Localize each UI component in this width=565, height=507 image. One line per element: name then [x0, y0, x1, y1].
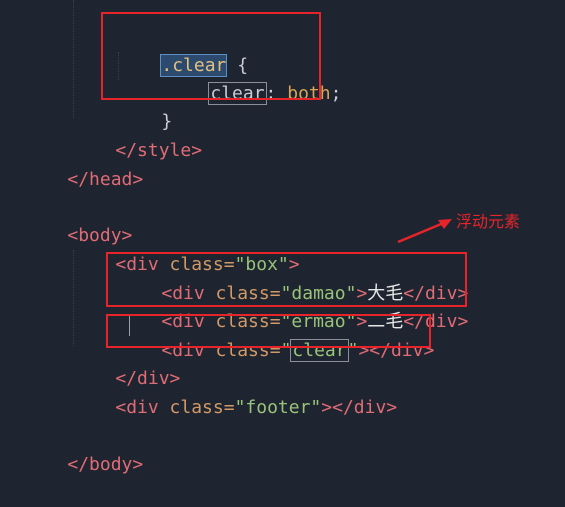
highlight-box-floating-elements — [106, 252, 467, 307]
code-line-div-footer[interactable]: <div class="footer"></div> — [72, 366, 397, 418]
semicolon: ; — [330, 83, 342, 104]
code-line-body-close[interactable]: </body> — [24, 423, 143, 475]
div-open: <div — [115, 397, 170, 418]
code-line-style-close[interactable]: </style> — [72, 109, 202, 161]
code-editor[interactable]: .clear { clear: both; } </style> </head>… — [0, 0, 565, 475]
head-close-tag: </head> — [67, 169, 144, 190]
class-value: "footer" — [234, 397, 322, 418]
annotation-label: 浮动元素 — [456, 212, 521, 231]
code-line-body-open[interactable]: <body> — [24, 194, 132, 246]
class-attr: class= — [169, 397, 235, 418]
indent-guide — [73, 0, 74, 118]
code-line-head-close[interactable]: </head> — [24, 138, 143, 190]
annotation-arrow-icon — [397, 219, 452, 244]
code-line-div-box[interactable]: <div class="box"> — [72, 223, 299, 275]
highlight-box-clear-div — [106, 314, 431, 348]
tag-end-close: ></div> — [321, 397, 398, 418]
body-close-tag: </body> — [67, 454, 144, 475]
highlight-box-css-rule — [101, 12, 321, 100]
